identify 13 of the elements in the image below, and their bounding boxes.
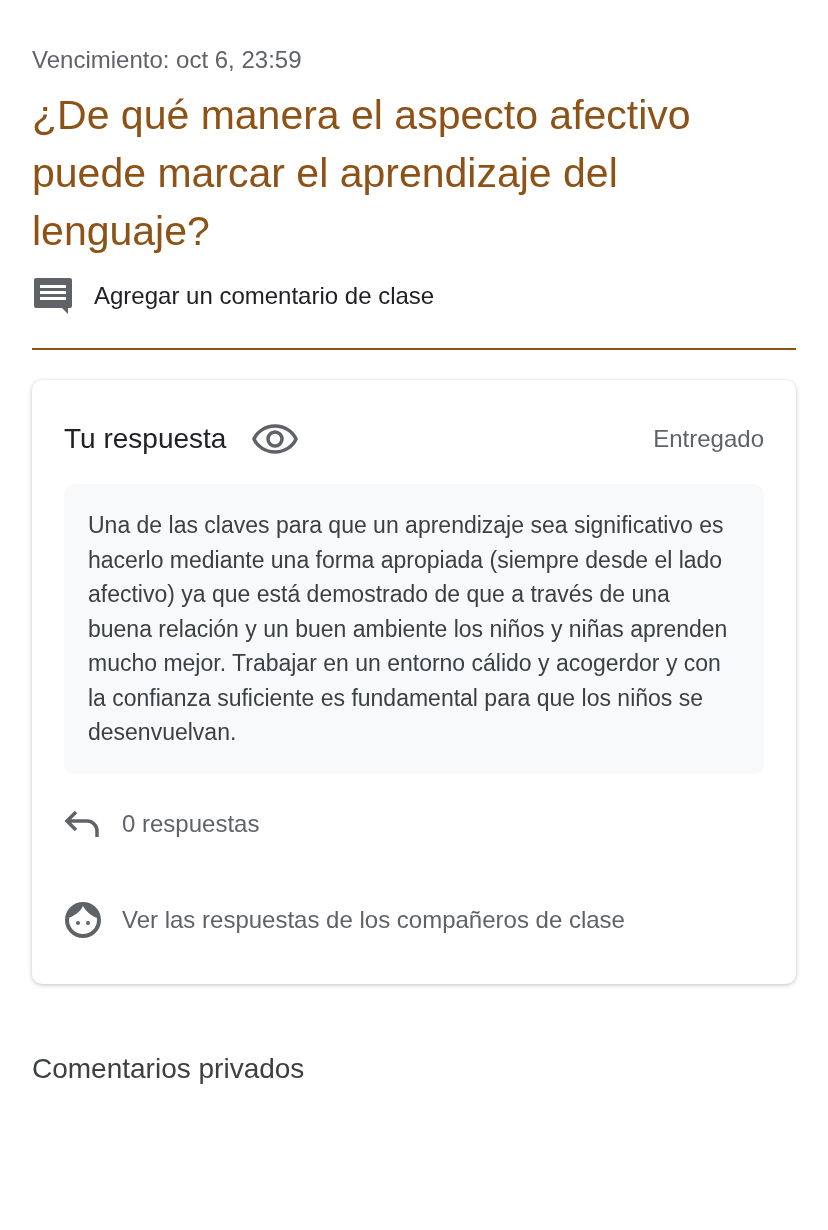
assignment-title: ¿De qué manera el aspecto afectivo puede marcar el aprendizaje del lenguaje?: [32, 91, 692, 256]
classmates-answers-link[interactable]: Ver las respuestas de los compañeros de clase: [64, 899, 625, 940]
reply-icon: [64, 808, 102, 839]
class-comment-button[interactable]: Agregar un comentario de clase: [32, 274, 435, 318]
card-heading: Tu respuesta: [64, 422, 227, 456]
due-date: Vencimiento: oct 6, 23:59: [32, 45, 303, 75]
private-comments-heading: Comentarios privados: [32, 1051, 306, 1086]
eye-icon[interactable]: [252, 424, 299, 454]
comment-icon: [32, 276, 74, 316]
face-icon: [64, 900, 102, 939]
answer-text: Una de las claves para que un aprendizaje sea significativo es hacerlo mediante una forma apropiada (siempre desde el lado afectivo) ya que está demostrado de que a través de una buena relación y un buen ambiente los niños y niñas aprenden mucho mejor. Trabajar en un entorno cálido y acogerdor y con la confianza suficiente es fundamental para que los niños se desenvuelvan.: [64, 484, 764, 774]
replies-button[interactable]: 0 respuestas: [64, 803, 260, 844]
submission-status: Entregado: [653, 424, 764, 454]
